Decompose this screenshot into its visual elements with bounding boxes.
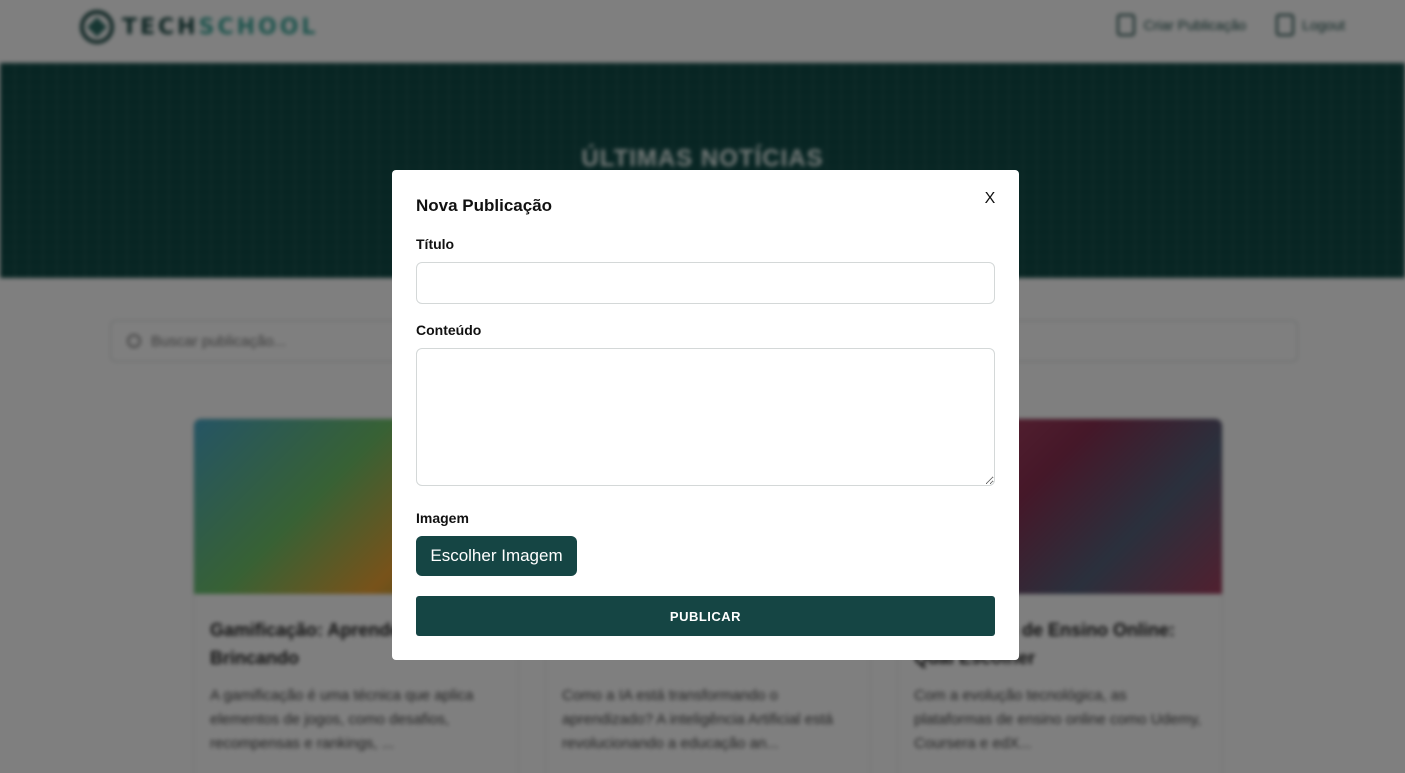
publish-button[interactable]: PUBLICAR xyxy=(416,596,995,636)
title-field-label: Título xyxy=(416,236,455,252)
close-button[interactable]: X xyxy=(979,188,1001,210)
image-field-label: Imagem xyxy=(416,510,469,526)
choose-image-button[interactable]: Escolher Imagem xyxy=(416,536,577,576)
content-field-label: Conteúdo xyxy=(416,322,482,338)
title-input[interactable] xyxy=(416,262,995,304)
content-textarea[interactable] xyxy=(416,348,995,486)
new-post-modal: X Nova Publicação Título Conteúdo Imagem… xyxy=(392,170,1019,660)
modal-title: Nova Publicação xyxy=(416,196,553,215)
